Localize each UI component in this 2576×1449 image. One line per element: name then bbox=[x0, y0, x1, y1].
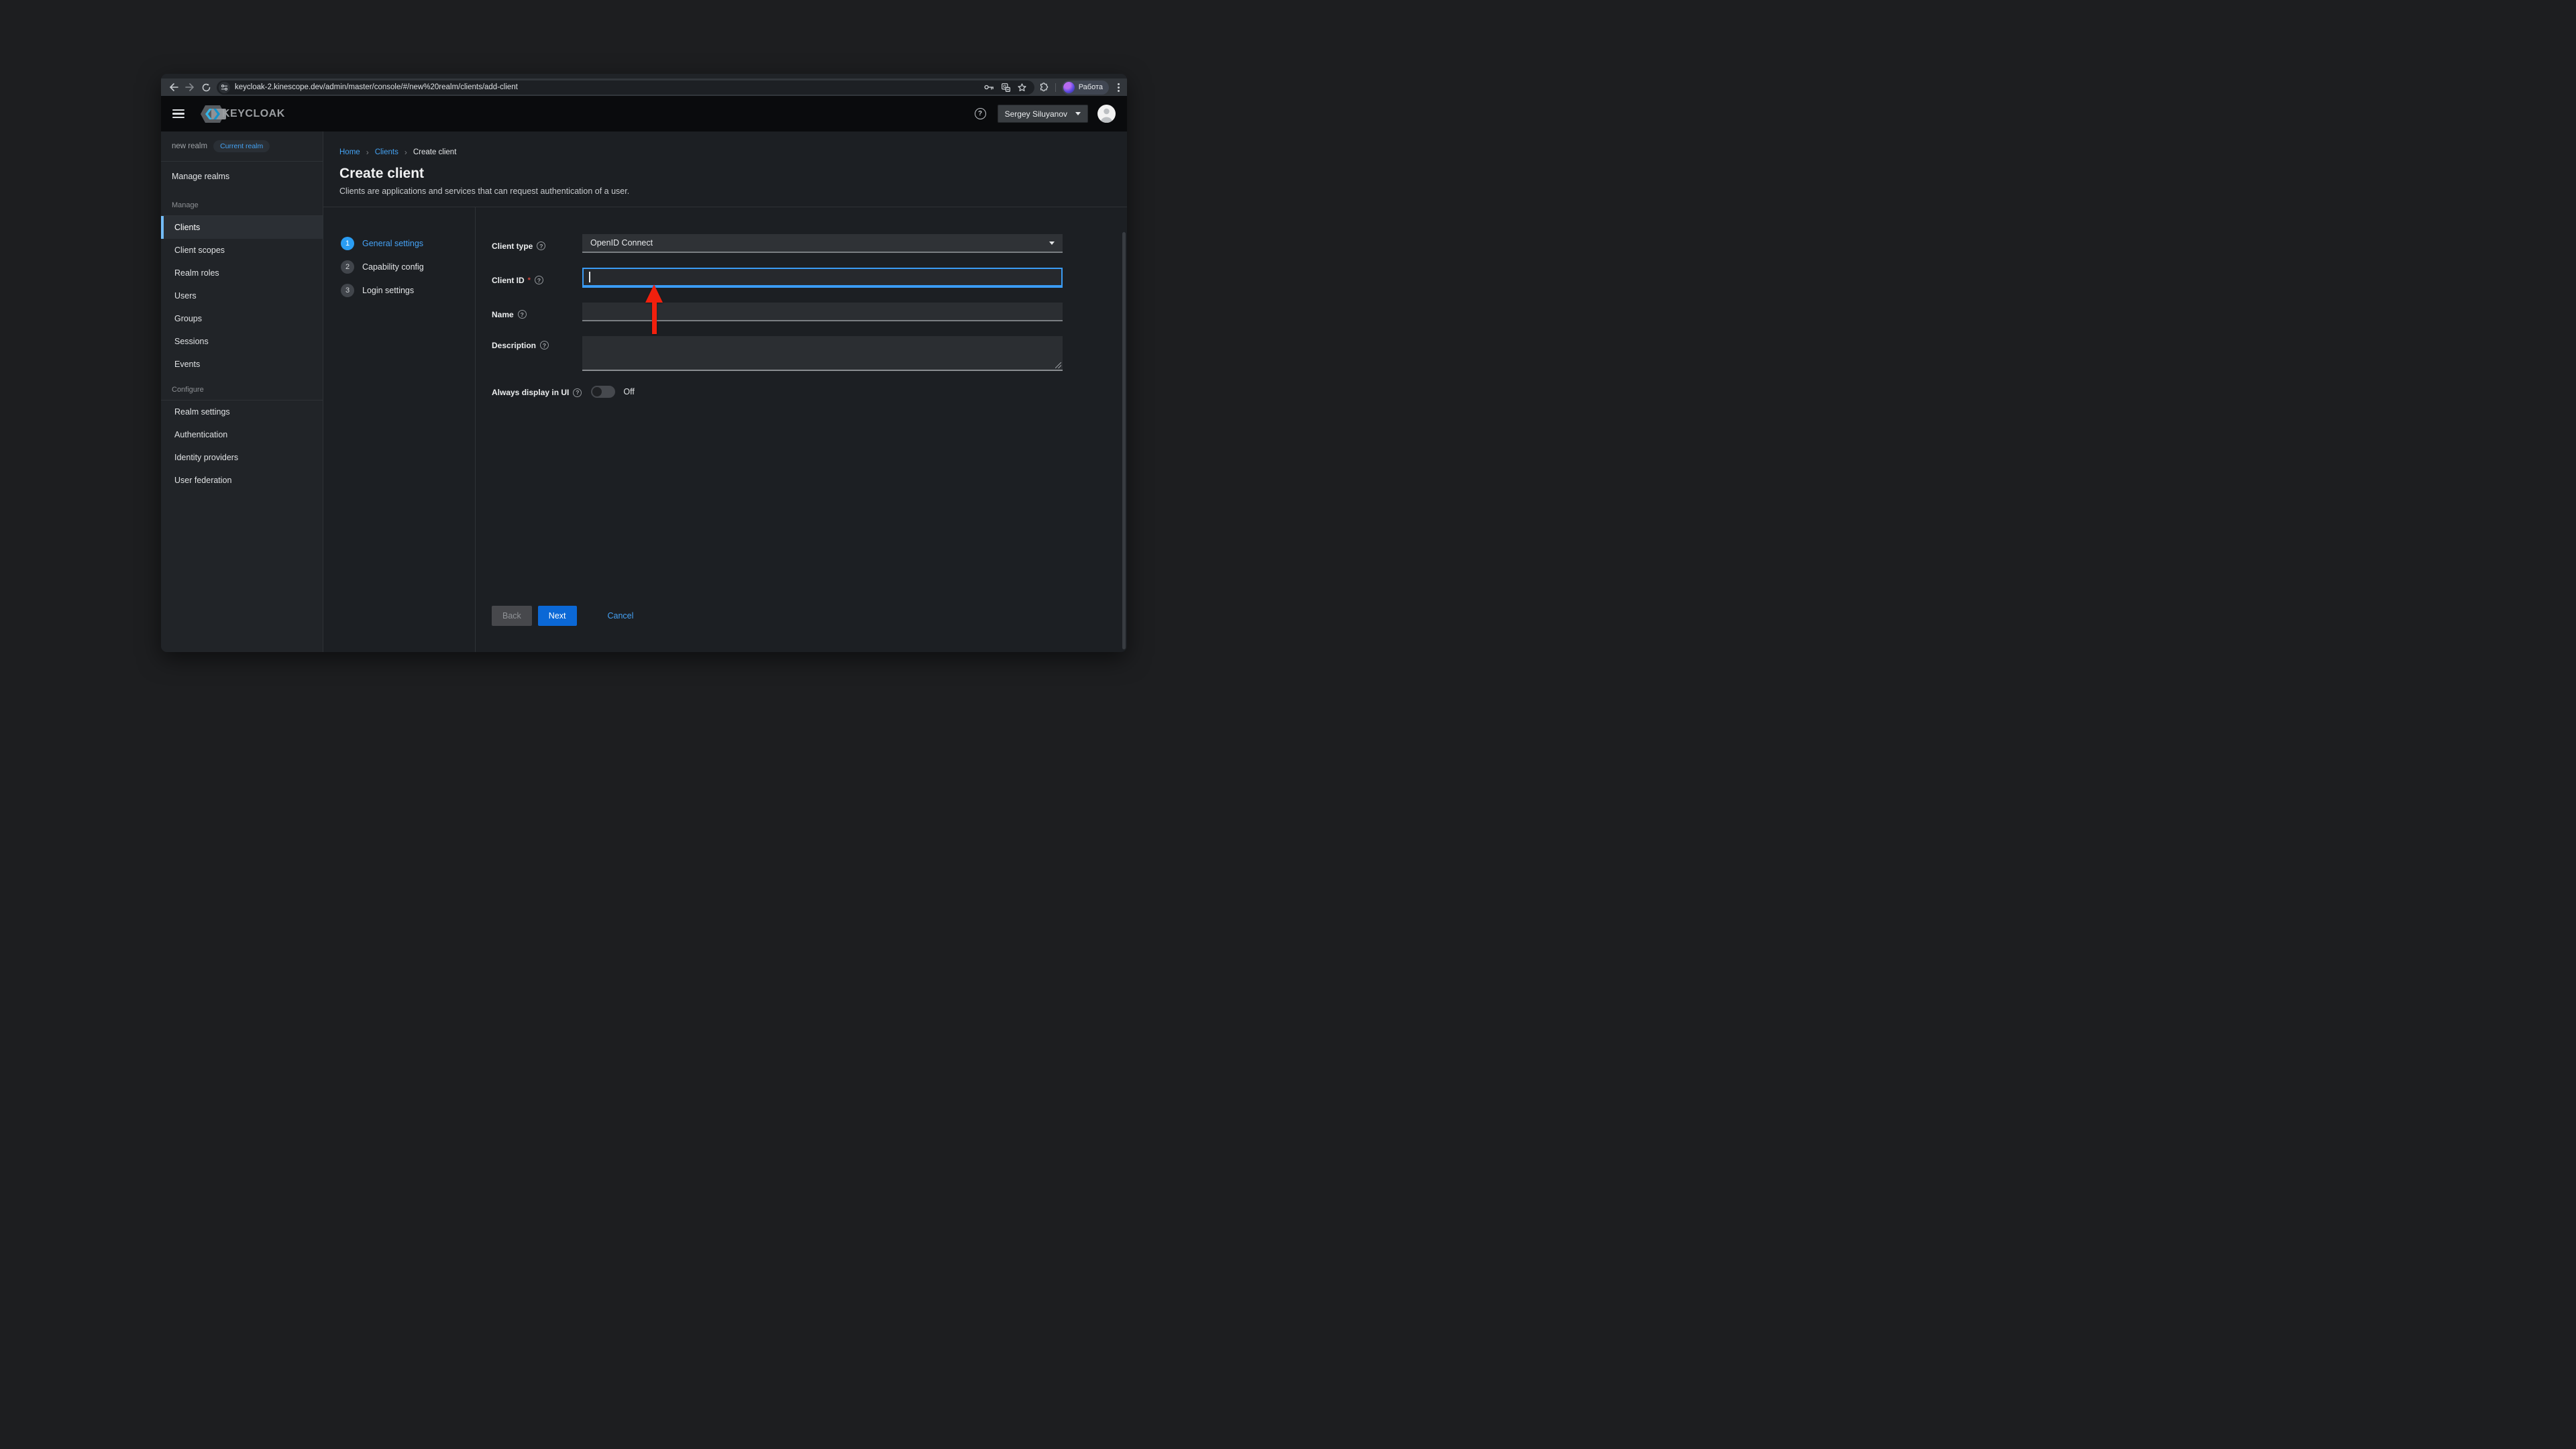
sidebar-item-client-scopes[interactable]: Client scopes bbox=[161, 239, 323, 262]
profile-avatar bbox=[1063, 82, 1075, 93]
page-title: Create client bbox=[339, 166, 1111, 182]
sidebar-item-realm-roles[interactable]: Realm roles bbox=[161, 262, 323, 284]
wizard-actions: Back Next Cancel bbox=[492, 606, 1127, 626]
sidebar-item-groups[interactable]: Groups bbox=[161, 307, 323, 330]
nav-section-manage: Manage bbox=[161, 191, 323, 215]
create-client-form: Client type ? OpenID Connect Clien bbox=[476, 207, 1127, 652]
toggle-state-text: Off bbox=[623, 387, 634, 396]
browser-titlebar bbox=[161, 74, 1127, 78]
main-content: Home › Clients › Create client Create cl… bbox=[323, 131, 1127, 652]
step-number: 1 bbox=[341, 237, 354, 250]
back-nav-icon[interactable] bbox=[166, 80, 182, 95]
question-circle-icon[interactable]: ? bbox=[573, 388, 582, 397]
password-key-icon[interactable] bbox=[984, 84, 994, 91]
site-settings-icon[interactable] bbox=[219, 82, 230, 93]
wizard-step-general-settings[interactable]: 1 General settings bbox=[341, 237, 475, 250]
question-circle-icon[interactable]: ? bbox=[537, 241, 545, 250]
wizard-steps: 1 General settings 2 Capability config 3… bbox=[323, 207, 476, 652]
required-asterisk: * bbox=[528, 276, 531, 284]
sidebar-item-user-federation[interactable]: User federation bbox=[161, 469, 323, 492]
sidebar-item-authentication[interactable]: Authentication bbox=[161, 423, 323, 446]
name-label: Name bbox=[492, 310, 514, 319]
address-bar[interactable]: keycloak-2.kinescope.dev/admin/master/co… bbox=[217, 80, 1034, 95]
client-id-label: Client ID bbox=[492, 276, 525, 285]
sidebar-item-realm-settings[interactable]: Realm settings bbox=[161, 400, 323, 423]
back-button[interactable]: Back bbox=[492, 606, 532, 626]
step-number: 2 bbox=[341, 260, 354, 274]
resize-grip-icon[interactable] bbox=[1055, 362, 1061, 368]
question-circle-icon[interactable]: ? bbox=[540, 341, 549, 350]
cancel-link[interactable]: Cancel bbox=[608, 611, 634, 621]
chevron-right-icon: › bbox=[366, 148, 369, 157]
nav-section-configure: Configure bbox=[161, 376, 323, 400]
realm-selector[interactable]: new realm Current realm bbox=[161, 131, 323, 162]
user-avatar[interactable] bbox=[1097, 105, 1116, 123]
brand-text: KEYCLOAK bbox=[222, 108, 285, 120]
browser-menu-icon[interactable] bbox=[1115, 83, 1122, 92]
reload-icon[interactable] bbox=[198, 80, 214, 95]
sidebar-item-sessions[interactable]: Sessions bbox=[161, 330, 323, 353]
always-display-label: Always display in UI bbox=[492, 388, 569, 397]
wizard-step-capability-config[interactable]: 2 Capability config bbox=[341, 260, 475, 274]
step-label: Login settings bbox=[362, 286, 414, 295]
question-circle-icon[interactable]: ? bbox=[518, 310, 527, 319]
sidebar-item-identity-providers[interactable]: Identity providers bbox=[161, 446, 323, 469]
bookmark-star-icon[interactable] bbox=[1018, 83, 1026, 92]
step-number: 3 bbox=[341, 284, 354, 297]
breadcrumb-home-link[interactable]: Home bbox=[339, 148, 360, 156]
sidebar-nav: new realm Current realm Manage realms Ma… bbox=[161, 131, 323, 652]
sidebar-item-clients[interactable]: Clients bbox=[161, 216, 323, 239]
profile-name: Работа bbox=[1079, 83, 1103, 91]
chevron-right-icon: › bbox=[405, 148, 407, 157]
wizard-step-login-settings[interactable]: 3 Login settings bbox=[341, 284, 475, 297]
next-button[interactable]: Next bbox=[538, 606, 577, 626]
realm-name: new realm bbox=[172, 142, 207, 150]
toolbar-separator bbox=[1055, 83, 1056, 92]
page-header: Home › Clients › Create client Create cl… bbox=[323, 131, 1127, 207]
step-label: Capability config bbox=[362, 262, 424, 272]
url-text[interactable]: keycloak-2.kinescope.dev/admin/master/co… bbox=[235, 83, 984, 91]
client-type-select[interactable]: OpenID Connect bbox=[582, 234, 1063, 253]
user-name: Sergey Siluyanov bbox=[1005, 109, 1067, 119]
text-cursor bbox=[589, 272, 590, 282]
sidebar-item-manage-realms[interactable]: Manage realms bbox=[161, 162, 323, 191]
chevron-down-icon bbox=[1049, 241, 1055, 245]
breadcrumb: Home › Clients › Create client bbox=[339, 148, 1111, 157]
user-dropdown[interactable]: Sergey Siluyanov bbox=[998, 105, 1088, 123]
browser-toolbar: keycloak-2.kinescope.dev/admin/master/co… bbox=[161, 78, 1127, 96]
browser-window: keycloak-2.kinescope.dev/admin/master/co… bbox=[161, 74, 1127, 652]
name-input[interactable] bbox=[582, 303, 1063, 321]
client-type-value: OpenID Connect bbox=[590, 238, 653, 248]
extensions-puzzle-icon[interactable] bbox=[1039, 83, 1049, 93]
chevron-down-icon bbox=[1075, 112, 1081, 115]
sidebar-item-users[interactable]: Users bbox=[161, 284, 323, 307]
client-type-label: Client type bbox=[492, 241, 533, 251]
always-display-toggle[interactable] bbox=[591, 386, 615, 398]
question-circle-icon[interactable]: ? bbox=[535, 276, 543, 284]
translate-icon[interactable]: G bbox=[1002, 83, 1010, 92]
client-id-input[interactable] bbox=[582, 268, 1063, 288]
keycloak-masthead: KEYCLOAK ? Sergey Siluyanov bbox=[161, 96, 1127, 131]
current-realm-badge: Current realm bbox=[213, 140, 270, 152]
keycloak-logo[interactable]: KEYCLOAK bbox=[197, 103, 285, 125]
page-subtitle: Clients are applications and services th… bbox=[339, 186, 1111, 196]
breadcrumb-current: Create client bbox=[413, 148, 457, 156]
page-scrollbar[interactable] bbox=[1122, 232, 1126, 649]
breadcrumb-clients-link[interactable]: Clients bbox=[375, 148, 398, 156]
description-label: Description bbox=[492, 341, 536, 350]
nav-toggle-icon[interactable] bbox=[172, 109, 184, 119]
sidebar-item-events[interactable]: Events bbox=[161, 353, 323, 376]
step-label: General settings bbox=[362, 239, 423, 248]
description-textarea[interactable] bbox=[582, 336, 1063, 371]
forward-nav-icon[interactable] bbox=[182, 80, 198, 95]
browser-profile-chip[interactable]: Работа bbox=[1062, 80, 1109, 95]
help-icon[interactable]: ? bbox=[975, 108, 986, 119]
